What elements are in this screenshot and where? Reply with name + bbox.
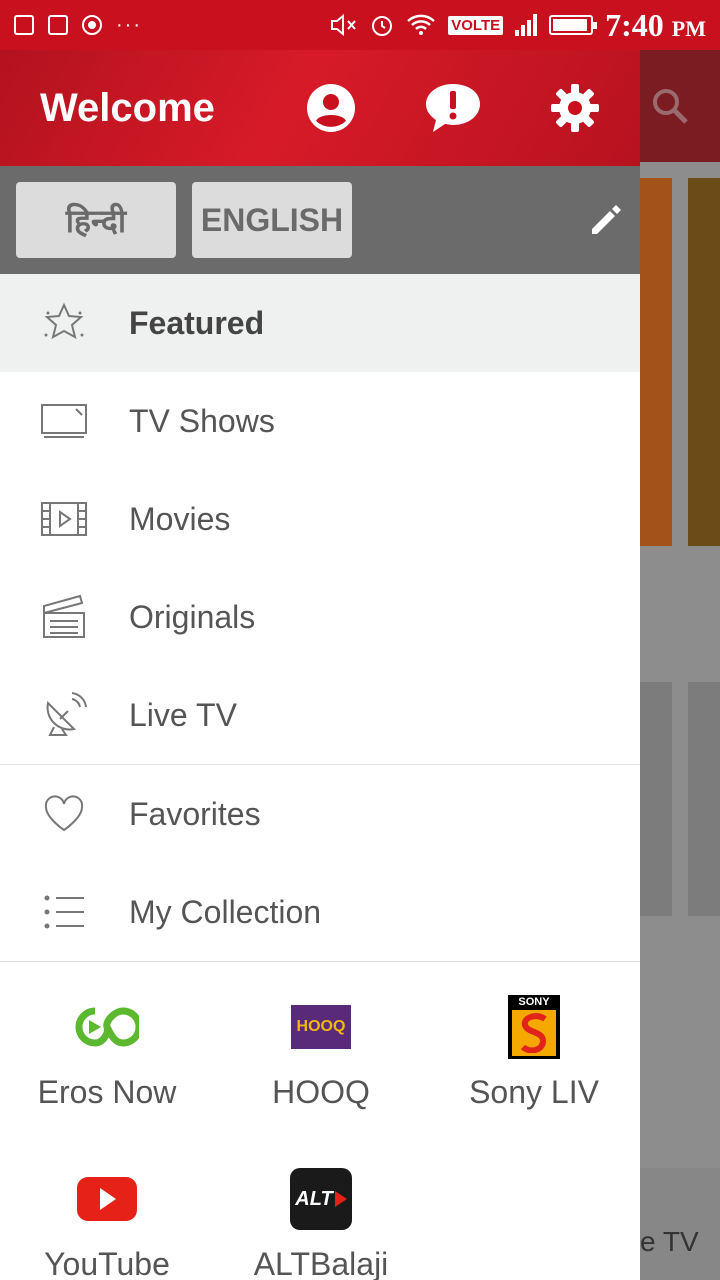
tv-icon — [40, 397, 88, 445]
mute-icon — [331, 13, 357, 37]
battery-icon — [549, 15, 598, 35]
partner-hooq[interactable]: HOOQ HOOQ — [214, 978, 428, 1150]
menu-item-label: My Collection — [129, 893, 322, 930]
menu-item-featured[interactable]: Featured — [0, 274, 640, 372]
menu-item-favorites[interactable]: Favorites — [0, 765, 640, 863]
background-card — [688, 178, 720, 546]
list-icon — [40, 888, 88, 936]
partner-label: Eros Now — [37, 1074, 177, 1110]
menu-item-movies[interactable]: Movies — [0, 470, 640, 568]
partner-altbalaji[interactable]: ALT ALTBalaji — [214, 1150, 428, 1280]
star-icon — [40, 299, 88, 347]
settings-icon[interactable] — [550, 83, 600, 133]
partner-eros-now[interactable]: Eros Now — [0, 978, 214, 1150]
partner-youtube[interactable]: YouTube — [0, 1150, 214, 1280]
menu-item-label: Originals — [129, 598, 256, 635]
menu-item-tv-shows[interactable]: TV Shows — [0, 372, 640, 470]
alarm-icon — [372, 16, 393, 36]
background-header — [640, 50, 720, 162]
background-card — [688, 682, 720, 916]
alert-notification-icon — [48, 15, 68, 35]
search-icon[interactable] — [650, 86, 690, 126]
menu-item-my-collection[interactable]: My Collection — [0, 863, 640, 961]
signal-icon — [515, 14, 538, 36]
eros-now-logo — [75, 992, 139, 1062]
feedback-icon[interactable] — [424, 82, 482, 134]
menu-item-originals[interactable]: Originals — [0, 568, 640, 666]
account-icon[interactable] — [306, 83, 356, 133]
language-english-button[interactable]: ENGLISH — [192, 182, 352, 258]
clock: 7:40 PM — [605, 6, 706, 43]
wifi-icon — [407, 14, 436, 35]
menu-item-label: Favorites — [129, 795, 261, 832]
altbalaji-logo: ALT — [290, 1164, 352, 1234]
heart-icon — [40, 790, 88, 838]
sony-liv-logo: SONY — [508, 992, 560, 1062]
partner-label: HOOQ — [272, 1074, 370, 1110]
network-label: VOLTE — [448, 15, 504, 35]
language-bar: हिन्दी ENGLISH — [0, 166, 640, 274]
partner-grid: Eros Now HOOQ HOOQ SONY Sony LIV YouTube… — [0, 962, 640, 1280]
menu-item-label: Featured — [129, 304, 265, 341]
partner-sony-liv[interactable]: SONY Sony LIV — [428, 978, 640, 1150]
status-bar: ··· VOLTE 7:40 PM — [0, 0, 720, 50]
film-icon — [40, 495, 88, 543]
more-notifications-icon: ··· — [116, 13, 142, 36]
partner-label: YouTube — [44, 1246, 170, 1280]
language-hindi-button[interactable]: हिन्दी — [16, 182, 176, 258]
navigation-drawer: Welcome हिन्दी ENGLISH Featured TV Shows… — [0, 50, 640, 1280]
welcome-title: Welcome — [40, 85, 215, 130]
partner-label: ALTBalaji — [253, 1246, 389, 1280]
record-notification-icon — [82, 15, 102, 35]
menu-item-label: Live TV — [129, 696, 237, 733]
background-card — [640, 682, 672, 916]
menu-item-live-tv[interactable]: Live TV — [0, 666, 640, 764]
hooq-logo: HOOQ — [291, 992, 351, 1062]
gallery-notification-icon — [14, 15, 34, 35]
menu-item-label: Movies — [129, 500, 231, 537]
drawer-header: Welcome — [0, 50, 640, 166]
youtube-logo — [76, 1164, 138, 1234]
edit-icon[interactable] — [588, 202, 624, 238]
background-bottom-tab: e TV — [640, 1168, 720, 1280]
background-card — [640, 178, 672, 546]
satellite-dish-icon — [40, 691, 88, 739]
clapperboard-icon — [40, 593, 88, 641]
partner-label: Sony LIV — [469, 1074, 599, 1110]
menu-item-label: TV Shows — [129, 402, 275, 439]
background-app[interactable]: e TV — [640, 50, 720, 1280]
